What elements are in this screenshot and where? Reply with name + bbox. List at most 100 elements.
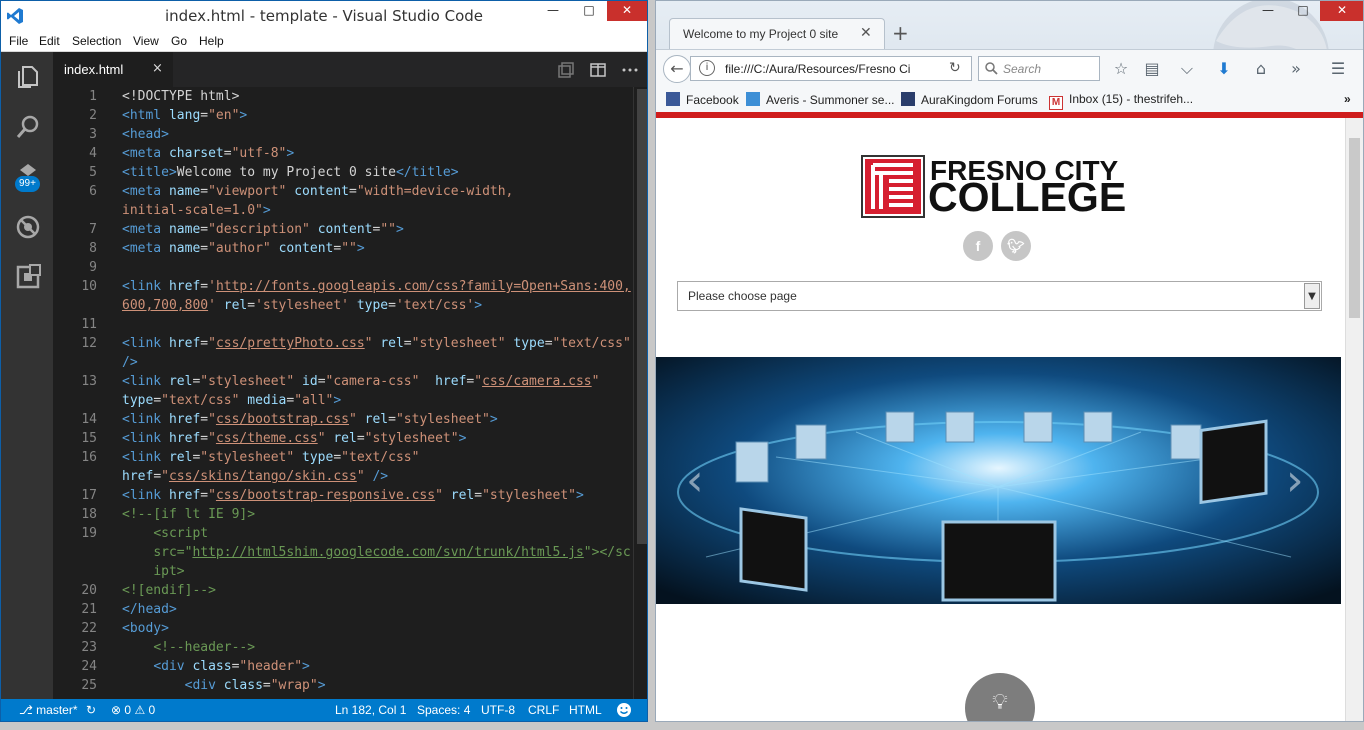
menu-help[interactable]: Help (199, 34, 224, 48)
hero-slider[interactable]: ‹ › (656, 357, 1341, 604)
editor-scrollbar[interactable] (633, 87, 647, 699)
bookmark-facebook[interactable]: Facebook (666, 92, 739, 107)
open-changes-icon[interactable] (557, 61, 575, 79)
page-scrollbar-thumb[interactable] (1349, 138, 1360, 318)
bookmark-aurakingdom[interactable]: AuraKingdom Forums (901, 92, 1038, 107)
lightbulb-icon[interactable]: 💡︎ (965, 673, 1035, 721)
menu-view[interactable]: View (133, 34, 159, 48)
code-line[interactable]: type="text/css" media="all"> (53, 391, 633, 410)
code-line[interactable]: href="css/skins/tango/skin.css" /> (53, 467, 633, 486)
editor-tab-bar: index.html × (53, 52, 647, 87)
minimize-button[interactable]: — (539, 1, 567, 21)
code-line[interactable]: 10 <link href='http://fonts.googleapis.co… (53, 277, 633, 296)
title-bar[interactable]: index.html - template - Visual Studio Co… (1, 1, 647, 32)
code-line[interactable]: 5 <title>Welcome to my Project 0 site</ti… (53, 163, 633, 182)
problems-status[interactable]: ⊗ 0 ⚠ 0 (111, 703, 155, 717)
downloads-icon[interactable]: ⬇ (1214, 59, 1234, 79)
code-line[interactable]: src="http://html5shim.googlecode.com/svn… (53, 543, 638, 562)
bookmark-averis[interactable]: Averis - Summoner se... (746, 92, 894, 107)
code-line[interactable]: 6 <meta name="viewport" content="width=de… (53, 182, 633, 201)
reload-icon[interactable]: ↻ (949, 60, 967, 78)
code-line[interactable]: 14 <link href="css/bootstrap.css" rel="st… (53, 410, 633, 429)
code-line[interactable]: 19 <script (53, 524, 633, 543)
editor-scrollbar-thumb[interactable] (637, 89, 647, 544)
search-icon[interactable] (15, 114, 41, 140)
reading-list-icon[interactable]: ▤ (1142, 59, 1162, 79)
hamburger-menu-icon[interactable]: ☰ (1328, 59, 1348, 79)
fresno-city-college-logo[interactable] (861, 155, 925, 218)
code-line[interactable]: 12 <link href="css/prettyPhoto.css" rel="… (53, 334, 633, 353)
home-icon[interactable]: ⌂ (1251, 59, 1271, 79)
feedback-smiley-icon[interactable] (616, 702, 632, 718)
code-line[interactable]: 23 <!--header--> (53, 638, 633, 657)
bookmark-star-icon[interactable]: ☆ (1111, 59, 1131, 79)
code-line[interactable]: 17 <link href="css/bootstrap-responsive.c… (53, 486, 633, 505)
site-info-icon[interactable]: i (699, 60, 715, 76)
code-line[interactable]: 15 <link href="css/theme.css" rel="styles… (53, 429, 633, 448)
code-line[interactable]: initial-scale=1.0"> (53, 201, 633, 220)
chevron-down-icon[interactable]: ▼ (1304, 283, 1320, 309)
cursor-position[interactable]: Ln 182, Col 1 (335, 703, 406, 717)
code-line[interactable]: 7 <meta name="description" content=""> (53, 220, 633, 239)
search-box[interactable]: Search (978, 56, 1100, 81)
menu-selection[interactable]: Selection (72, 34, 121, 48)
sync-icon[interactable]: ↻ (86, 703, 96, 717)
code-line[interactable]: 16 <link rel="stylesheet" type="text/css" (53, 448, 633, 467)
explorer-icon[interactable] (15, 64, 41, 90)
code-line[interactable]: 21 </head> (53, 600, 633, 619)
tab-close-icon[interactable]: × (152, 61, 163, 76)
menu-file[interactable]: File (9, 34, 28, 48)
browser-close-button[interactable]: ✕ (1320, 1, 1363, 21)
menu-go[interactable]: Go (171, 34, 187, 48)
code-line[interactable]: 8 <meta name="author" content=""> (53, 239, 633, 258)
code-line[interactable]: 600,700,800' rel='stylesheet' type='text… (53, 296, 633, 315)
browser-tab[interactable]: Welcome to my Project 0 site ✕ (669, 18, 885, 49)
code-line[interactable]: /> (53, 353, 633, 372)
debug-icon[interactable] (15, 214, 41, 240)
line-number: 11 (81, 317, 97, 332)
facebook-icon[interactable]: f (963, 231, 993, 261)
split-editor-icon[interactable] (589, 61, 607, 79)
tab-index-html[interactable]: index.html × (53, 52, 173, 87)
code-line[interactable]: 3 <head> (53, 125, 633, 144)
eol-status[interactable]: CRLF (528, 703, 559, 717)
code-line[interactable]: 25 <div class="wrap"> (53, 676, 633, 695)
back-button[interactable]: ← (663, 55, 691, 83)
code-line[interactable]: 4 <meta charset="utf-8"> (53, 144, 633, 163)
code-line[interactable]: 13 <link rel="stylesheet" id="camera-css"… (53, 372, 633, 391)
new-tab-button[interactable]: + (892, 21, 909, 45)
extensions-icon[interactable] (15, 264, 41, 290)
twitter-icon[interactable]: 🐦︎ (1001, 231, 1031, 261)
bookmark-gmail-inbox[interactable]: M Inbox (15) - thestrifeh... (1049, 92, 1193, 110)
code-line[interactable]: ipt> (53, 562, 633, 581)
url-bar[interactable]: i file:///C:/Aura/Resources/Fresno Ci ↻ (690, 56, 972, 81)
tab-close-icon[interactable]: ✕ (860, 25, 872, 41)
code-line[interactable]: 22 <body> (53, 619, 633, 638)
code-line[interactable]: 1 <!DOCTYPE html> (53, 87, 633, 106)
page-select-dropdown[interactable]: Please choose page ▼ (677, 281, 1322, 311)
code-line[interactable]: 11 (53, 315, 633, 334)
encoding-status[interactable]: UTF-8 (481, 703, 515, 717)
page-scrollbar[interactable] (1345, 118, 1363, 721)
pocket-icon[interactable]: ⌵ (1177, 59, 1197, 79)
line-number: 10 (81, 279, 97, 294)
code-line[interactable]: 18 <!--[if lt IE 9]> (53, 505, 633, 524)
language-mode[interactable]: HTML (569, 703, 602, 717)
code-line[interactable]: 2 <html lang="en"> (53, 106, 633, 125)
overflow-icon[interactable]: » (1286, 59, 1306, 79)
browser-maximize-button[interactable]: □ (1289, 1, 1317, 21)
more-actions-icon[interactable] (621, 61, 639, 79)
aurakingdom-icon (901, 92, 915, 106)
code-line[interactable]: 24 <div class="header"> (53, 657, 633, 676)
firefox-window: Welcome to my Project 0 site ✕ + — □ ✕ i… (655, 0, 1364, 722)
menu-edit[interactable]: Edit (39, 34, 60, 48)
code-editor[interactable]: 1 <!DOCTYPE html> 2 <html lang="en"> 3 <head>… (53, 87, 647, 699)
close-window-button[interactable]: ✕ (607, 1, 647, 21)
bookmarks-overflow-icon[interactable]: » (1344, 92, 1351, 106)
indentation-status[interactable]: Spaces: 4 (417, 703, 470, 717)
code-line[interactable]: 20 <![endif]--> (53, 581, 633, 600)
maximize-button[interactable]: □ (575, 1, 603, 21)
git-branch-status[interactable]: ⎇ master* (19, 703, 78, 717)
browser-minimize-button[interactable]: — (1254, 1, 1282, 21)
code-line[interactable]: 9 (53, 258, 633, 277)
